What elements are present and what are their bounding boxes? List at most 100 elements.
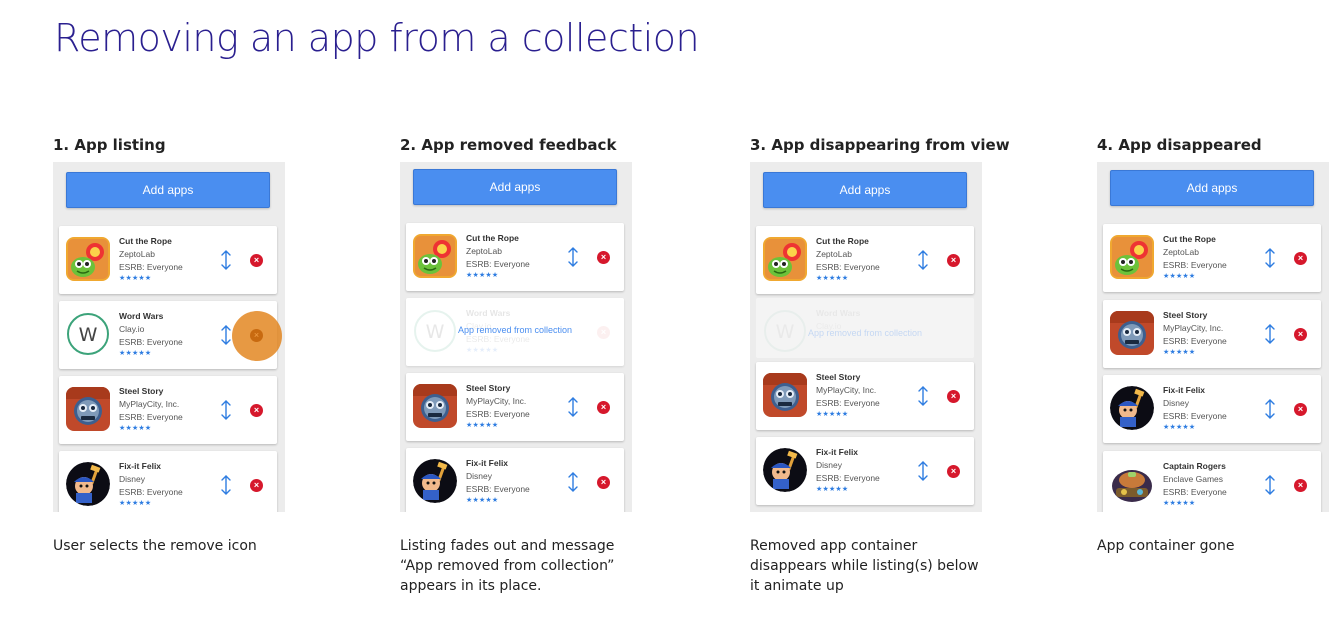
app-name: Fix-it Felix (119, 461, 162, 471)
app-card-steel-story[interactable]: Steel Story MyPlayCity, Inc. ESRB: Every… (1103, 300, 1321, 368)
close-circle-icon[interactable]: × (1294, 479, 1307, 492)
app-card-captain-rogers[interactable]: Captain Rogers Enclave Games ESRB: Every… (1103, 451, 1321, 512)
app-card-fix-it-felix[interactable]: Fix-it Felix Disney ESRB: Everyone ★★★★★… (1103, 375, 1321, 443)
app-rating: ESRB: Everyone (466, 259, 530, 269)
app-name: Steel Story (119, 386, 164, 396)
close-circle-icon[interactable]: × (250, 479, 263, 492)
step-caption: User selects the remove icon (53, 538, 257, 554)
close-circle-icon[interactable]: × (597, 401, 610, 414)
app-name: Cut the Rope (119, 236, 172, 246)
up-down-arrow-icon[interactable] (219, 325, 233, 345)
phone-screen: Add apps Cut the Rope ZeptoLab ESRB: Eve… (400, 162, 632, 512)
close-circle-icon[interactable]: × (947, 465, 960, 478)
app-developer: Disney (1163, 398, 1189, 408)
app-name: Steel Story (1163, 310, 1208, 320)
page-title: Removing an app from a collection (54, 16, 700, 60)
app-name: Captain Rogers (1163, 461, 1226, 471)
captain-rogers-icon (1110, 462, 1154, 506)
app-developer: MyPlayCity, Inc. (466, 396, 527, 406)
close-circle-icon[interactable]: × (1294, 403, 1307, 416)
app-rating: ESRB: Everyone (119, 337, 183, 347)
step-1: 1. App listing Add apps Cut the Rope Zep… (53, 134, 293, 554)
close-circle-icon[interactable]: × (597, 251, 610, 264)
star-rating: ★★★★★ (466, 347, 499, 354)
app-name: Cut the Rope (816, 236, 869, 246)
app-developer: ZeptoLab (119, 249, 155, 259)
app-developer: Enclave Games (1163, 474, 1223, 484)
up-down-arrow-icon[interactable] (916, 250, 930, 270)
up-down-arrow-icon[interactable] (219, 400, 233, 420)
app-rating: ESRB: Everyone (1163, 336, 1227, 346)
app-rating: ESRB: Everyone (1163, 411, 1227, 421)
app-rating: ESRB: Everyone (816, 262, 880, 272)
fix-it-felix-icon (763, 448, 807, 492)
fix-it-felix-icon (66, 462, 110, 506)
app-developer: ZeptoLab (1163, 247, 1199, 257)
up-down-arrow-icon[interactable] (1263, 248, 1277, 268)
app-developer: Disney (119, 474, 145, 484)
app-card-steel-story[interactable]: Steel Story MyPlayCity, Inc. ESRB: Every… (756, 362, 974, 430)
app-card-word-wars[interactable]: W Word Wars Clay.io ESRB: Everyone ★★★★★… (59, 301, 282, 369)
close-circle-icon[interactable]: × (597, 476, 610, 489)
app-card-cut-the-rope[interactable]: Cut the Rope ZeptoLab ESRB: Everyone ★★★… (406, 223, 624, 291)
close-circle-icon[interactable]: × (947, 254, 960, 267)
app-developer: ZeptoLab (816, 249, 852, 259)
up-down-arrow-icon[interactable] (219, 475, 233, 495)
step-heading: 4. App disappeared (1097, 136, 1262, 154)
app-card-cut-the-rope[interactable]: Cut the Rope ZeptoLab ESRB: Everyone ★★★… (756, 226, 974, 294)
up-down-arrow-icon[interactable] (566, 247, 580, 267)
fix-it-felix-icon (413, 459, 457, 503)
up-down-arrow-icon[interactable] (219, 250, 233, 270)
app-name: Fix-it Felix (466, 458, 509, 468)
close-circle-icon[interactable]: × (250, 404, 263, 417)
add-apps-button[interactable]: Add apps (763, 172, 967, 208)
cut-the-rope-icon (1110, 235, 1154, 279)
up-down-arrow-icon[interactable] (1263, 399, 1277, 419)
app-card-steel-story[interactable]: Steel Story MyPlayCity, Inc. ESRB: Every… (59, 376, 277, 444)
up-down-arrow-icon[interactable] (1263, 475, 1277, 495)
app-rating: ESRB: Everyone (1163, 260, 1227, 270)
add-apps-button[interactable]: Add apps (66, 172, 270, 208)
app-name: Steel Story (466, 383, 511, 393)
star-rating: ★★★★★ (466, 497, 499, 504)
close-circle-icon[interactable]: × (250, 254, 263, 267)
app-card-fix-it-felix[interactable]: Fix-it Felix Disney ESRB: Everyone ★★★★★… (59, 451, 277, 512)
up-down-arrow-icon[interactable] (916, 461, 930, 481)
star-rating: ★★★★★ (1163, 500, 1196, 507)
star-rating: ★★★★★ (1163, 424, 1196, 431)
app-rating: ESRB: Everyone (816, 398, 880, 408)
app-card-steel-story[interactable]: Steel Story MyPlayCity, Inc. ESRB: Every… (406, 373, 624, 441)
star-rating: ★★★★★ (1163, 273, 1196, 280)
cut-the-rope-icon (66, 237, 110, 281)
app-card-cut-the-rope[interactable]: Cut the Rope ZeptoLab ESRB: Everyone ★★★… (1103, 224, 1321, 292)
close-circle-icon[interactable]: × (250, 329, 263, 342)
close-circle-icon[interactable]: × (1294, 252, 1307, 265)
svg-text:W: W (79, 324, 98, 346)
app-card-fix-it-felix[interactable]: Fix-it Felix Disney ESRB: Everyone ★★★★★… (406, 448, 624, 512)
add-apps-button[interactable]: Add apps (1110, 170, 1314, 206)
phone-screen: Add apps Cut the Rope ZeptoLab ESRB: Eve… (750, 162, 982, 512)
app-rating: ESRB: Everyone (816, 473, 880, 483)
steel-story-icon (763, 373, 807, 417)
removed-feedback-message: App removed from collection (807, 328, 923, 338)
up-down-arrow-icon[interactable] (566, 472, 580, 492)
step-heading: 3. App disappearing from view (750, 136, 1010, 154)
steel-story-icon (1110, 311, 1154, 355)
star-rating: ★★★★★ (466, 272, 499, 279)
app-card-removed-feedback: W Word Wars Clay.io ESRB: Everyone ★★★★★… (406, 298, 624, 366)
add-apps-button[interactable]: Add apps (413, 169, 617, 205)
word-wars-icon: W (66, 312, 110, 356)
cut-the-rope-icon (413, 234, 457, 278)
star-rating: ★★★★★ (119, 425, 152, 432)
up-down-arrow-icon[interactable] (1263, 324, 1277, 344)
close-circle-icon[interactable]: × (1294, 328, 1307, 341)
close-circle-icon[interactable]: × (947, 390, 960, 403)
up-down-arrow-icon[interactable] (566, 397, 580, 417)
app-card-fix-it-felix[interactable]: Fix-it Felix Disney ESRB: Everyone ★★★★★… (756, 437, 974, 505)
fix-it-felix-icon (1110, 386, 1154, 430)
app-card-cut-the-rope[interactable]: Cut the Rope ZeptoLab ESRB: Everyone ★★★… (59, 226, 277, 294)
app-rating: ESRB: Everyone (1163, 487, 1227, 497)
app-rating: ESRB: Everyone (466, 409, 530, 419)
star-rating: ★★★★★ (119, 350, 152, 357)
up-down-arrow-icon[interactable] (916, 386, 930, 406)
